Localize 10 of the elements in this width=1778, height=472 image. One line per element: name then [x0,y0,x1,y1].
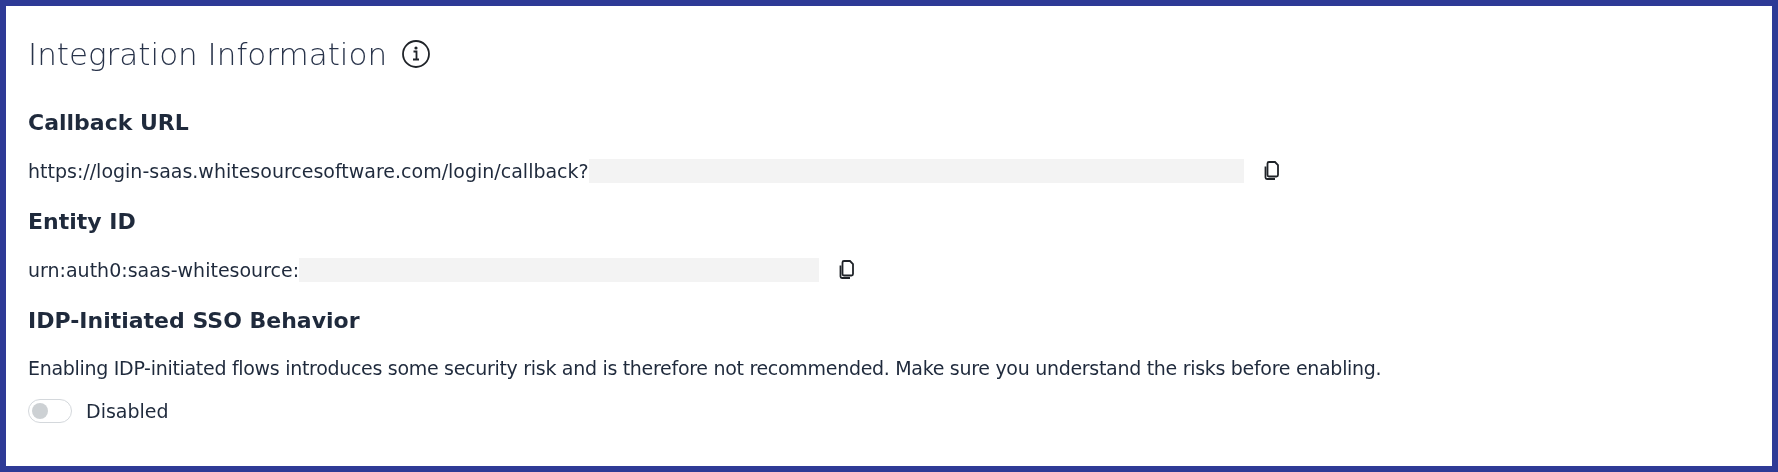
field-value: https://login-saas.whitesourcesoftware.com/login/callback? [28,160,589,182]
toggle-switch[interactable] [28,399,72,423]
description-text: Enabling IDP-initiated flows introduces some security risk and is therefore not recommended. Make sure you understand the risks before enabling. [28,357,1383,379]
toggle-label: Disabled [86,400,169,422]
field-value: urn:auth0:saas-whitesource: [28,259,300,281]
section-title: Integration Information [28,36,388,72]
field-label: Entity ID [28,209,137,234]
field-label: Callback URL [28,110,190,135]
info-icon[interactable] [401,39,432,69]
section-heading: IDP-Initiated SSO Behavior [28,308,361,333]
